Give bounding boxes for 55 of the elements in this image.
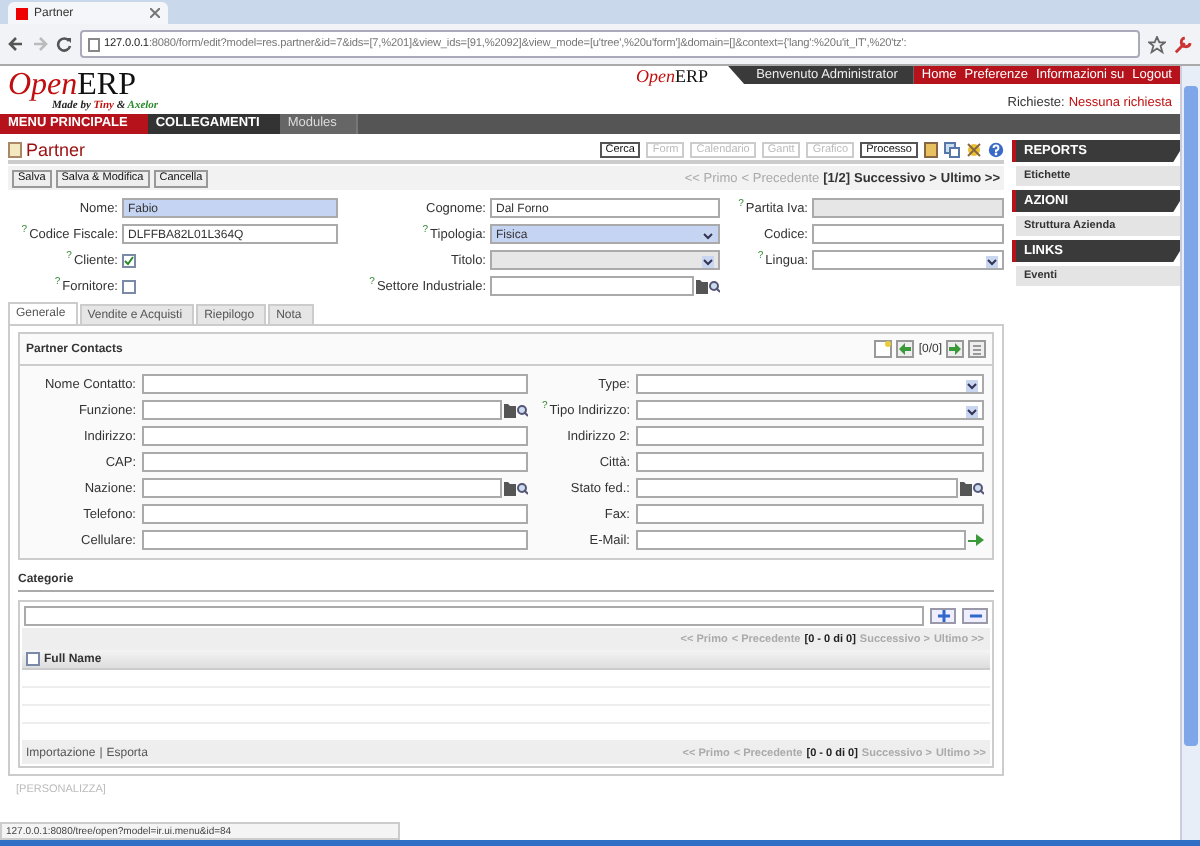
send-arrow-icon[interactable]: [968, 532, 984, 548]
next-arrow-icon[interactable]: [946, 340, 964, 358]
star-icon[interactable]: [1148, 35, 1166, 53]
previous-arrow-icon[interactable]: [896, 340, 915, 358]
translate-icon[interactable]: [944, 142, 960, 158]
lookup-field[interactable]: [490, 276, 694, 296]
lookup-field[interactable]: [142, 478, 502, 498]
new-record-icon[interactable]: [874, 340, 893, 358]
text-field[interactable]: [142, 530, 528, 550]
dropdown-arrow-icon: [702, 255, 714, 267]
scrollbar[interactable]: [1180, 66, 1200, 846]
text-field[interactable]: [142, 374, 528, 394]
small-logo: OpenERP: [636, 66, 711, 84]
text-field[interactable]: [812, 224, 1004, 244]
minus-icon: [969, 610, 981, 622]
text-field[interactable]: [142, 504, 528, 524]
folder-search-icon[interactable]: [504, 402, 528, 418]
folder-search-icon[interactable]: [960, 480, 984, 496]
text-field[interactable]: [142, 452, 528, 472]
select-all-checkbox[interactable]: [26, 652, 40, 666]
folder-search-icon[interactable]: [696, 278, 720, 294]
add-button[interactable]: [930, 608, 956, 624]
folder-search-icon[interactable]: [504, 480, 528, 496]
dropdown-arrow-icon: [966, 379, 978, 391]
checkbox[interactable]: [122, 253, 136, 267]
select-field[interactable]: [636, 374, 984, 394]
plus-icon: [937, 610, 949, 622]
text-field[interactable]: [636, 504, 984, 524]
help-icon[interactable]: [988, 142, 1004, 158]
logo[interactable]: OpenERP: [8, 70, 159, 102]
close-icon[interactable]: [150, 8, 160, 18]
text-field[interactable]: [636, 426, 984, 446]
dropdown-arrow-icon: [986, 255, 998, 267]
email-field[interactable]: [636, 530, 966, 550]
select-field[interactable]: [812, 250, 1004, 270]
select-field[interactable]: [636, 400, 984, 420]
search-field[interactable]: [24, 606, 924, 626]
wrench-icon[interactable]: [1174, 35, 1192, 53]
lookup-field[interactable]: [636, 478, 958, 498]
page-icon: [88, 37, 100, 51]
lookup-field[interactable]: [142, 400, 502, 420]
list-view-icon[interactable]: [968, 340, 986, 358]
favicon-icon: [16, 7, 28, 19]
text-field[interactable]: [142, 426, 528, 446]
clipboard-icon[interactable]: [924, 142, 938, 158]
reload-icon[interactable]: [56, 36, 72, 52]
forward-icon[interactable]: [32, 36, 48, 52]
document-icon: [8, 142, 22, 158]
text-field[interactable]: [636, 452, 984, 472]
back-icon[interactable]: [8, 36, 24, 52]
bug-icon[interactable]: [966, 142, 982, 158]
remove-button[interactable]: [962, 608, 988, 624]
page-title: Partner: [26, 140, 86, 160]
dropdown-arrow-icon: [966, 405, 978, 417]
checkbox[interactable]: [122, 279, 136, 293]
